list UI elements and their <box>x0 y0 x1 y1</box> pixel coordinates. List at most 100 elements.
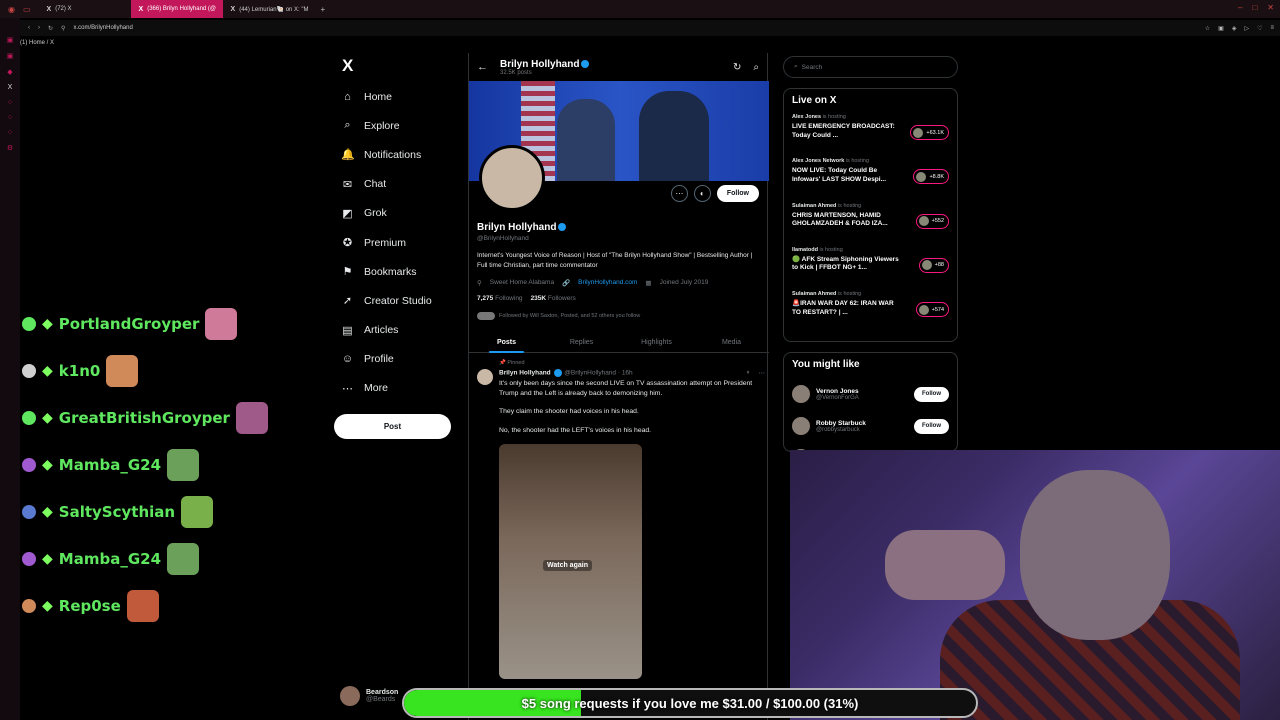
url-text[interactable]: x.com/BrilynHollyhand <box>73 25 132 31</box>
reload-icon[interactable]: ↻ <box>48 25 53 32</box>
nav-item-notifications[interactable]: 🔔 Notifications <box>334 140 464 169</box>
search-icon[interactable]: ⌕ <box>753 62 759 73</box>
watch-again-button[interactable]: Watch again <box>543 560 592 571</box>
grok-refresh-icon[interactable]: ↻ <box>733 62 741 73</box>
chat-username[interactable]: Mamba_G24 <box>59 456 161 474</box>
sidebar-x-icon[interactable]: X <box>8 84 13 91</box>
profile-avatar[interactable] <box>479 145 545 211</box>
avatar[interactable] <box>792 385 810 404</box>
nav-item-more[interactable]: ⋯ More <box>334 374 464 403</box>
browser-tab-3[interactable]: X (44) Lemurian🐚 on X: "M <box>223 0 315 18</box>
suggested-account[interactable]: Vernon Jones @VernonForGA Follow <box>792 378 949 410</box>
verified-badge-icon[interactable] <box>558 223 567 232</box>
back-icon[interactable]: ‹ <box>28 25 30 31</box>
suggested-account-name[interactable]: Vernon Jones <box>816 388 859 395</box>
x-logo[interactable]: X <box>342 56 464 82</box>
tab-replies[interactable]: Replies <box>544 333 619 352</box>
account-switcher[interactable]: Beardson @Beards <box>340 686 398 706</box>
minimize-icon[interactable]: – <box>1238 3 1242 12</box>
window-controls[interactable]: – □ ✕ <box>1238 3 1274 12</box>
play-icon[interactable]: ▷ <box>1244 25 1249 32</box>
followed-by[interactable]: Followed by Will Saxton, Posted, and 52 … <box>477 312 761 320</box>
sidebar-icon-1[interactable]: ▣ <box>7 36 14 44</box>
browser-menu-icons[interactable]: ◉ ▭ <box>0 5 39 14</box>
post-button[interactable]: Post <box>334 414 451 439</box>
sidebar-icon-7[interactable]: ○ <box>8 129 12 136</box>
nav-item-home[interactable]: ⌂ Home <box>334 82 464 111</box>
extension-icons[interactable]: ☆ ▣ ◈ ▷ ♡ ≡ <box>1205 25 1274 32</box>
diamond-badge-icon: ◆ <box>42 315 53 332</box>
live-broadcast-item[interactable]: Sulaiman Ahmed is hosting 🚨IRAN WAR DAY 6… <box>792 291 949 335</box>
follow-button[interactable]: Follow <box>914 386 949 402</box>
more-options-icon[interactable]: ⋯ <box>670 185 688 202</box>
address-bar[interactable]: ‹ › ↻ ⚲ x.com/BrilynHollyhand ☆ ▣ ◈ ▷ ♡ ≡ <box>20 20 1280 36</box>
chat-username[interactable]: PortlandGroyper <box>59 315 200 333</box>
home-icon: ⌂ <box>344 90 351 103</box>
followers-stat[interactable]: 235K Followers <box>531 295 576 302</box>
suggested-account-name[interactable]: Robby Starbuck <box>816 420 866 427</box>
sidebar-icon-8[interactable]: ⚙ <box>7 144 13 152</box>
tab-media[interactable]: Media <box>694 333 769 352</box>
sidebar-icon-6[interactable]: ○ <box>8 114 12 121</box>
bookmark-star-icon[interactable]: ☆ <box>1205 25 1210 32</box>
pinned-tweet[interactable]: 📌 Pinned Brilyn Hollyhand @BrilynHollyha… <box>477 360 765 679</box>
profile-column: ← Brilyn Hollyhand 32.5K posts ↻ ⌕ ⋯ ◐ F… <box>468 53 769 720</box>
nav-item-creator-studio[interactable]: ➚ Creator Studio <box>334 286 464 315</box>
tab-highlights[interactable]: Highlights <box>619 333 694 352</box>
live-broadcast-item[interactable]: Sulaiman Ahmed is hosting CHRIS MARTENSON… <box>792 203 949 247</box>
explore-icon: ⌕ <box>344 119 351 132</box>
diamond-badge-icon: ◆ <box>42 550 53 567</box>
back-arrow-icon[interactable]: ← <box>477 61 488 73</box>
tweet-video[interactable]: Watch again <box>499 444 642 679</box>
nav-item-grok[interactable]: ◩ Grok <box>334 199 464 228</box>
browser-tab-2[interactable]: X (366) Brilyn Hollyhand (@ <box>130 0 223 18</box>
browser-logo-icon[interactable]: ◉ <box>8 5 15 14</box>
following-stat[interactable]: 7,275 Following <box>477 295 523 302</box>
close-window-icon[interactable]: ✕ <box>1267 3 1274 12</box>
forward-icon[interactable]: › <box>38 25 40 31</box>
live-title: NOW LIVE: Today Could Be Infowars' LAST … <box>792 167 886 183</box>
live-broadcast-item[interactable]: Alex Jones Network is hosting NOW LIVE: T… <box>792 158 949 202</box>
tab-posts[interactable]: Posts <box>469 333 544 353</box>
live-broadcast-item[interactable]: llamatodd is hosting 🟢 AFK Stream Siphoni… <box>792 247 949 291</box>
user-badge-icon <box>22 410 36 425</box>
follow-button[interactable]: Follow <box>716 185 759 202</box>
chat-username[interactable]: Mamba_G24 <box>59 550 161 568</box>
nav-item-premium[interactable]: ✪ Premium <box>334 228 464 257</box>
live-broadcast-item[interactable]: Alex Jones is hosting LIVE EMERGENCY BROA… <box>792 114 949 158</box>
menu-icon[interactable]: ≡ <box>1270 25 1274 32</box>
search-input[interactable]: ⌕ Search <box>783 56 958 78</box>
chat-username[interactable]: SaltyScythian <box>59 503 175 521</box>
grok-icon[interactable]: ◐ <box>693 185 711 202</box>
suggested-account[interactable]: Robby Starbuck @robbystarbuck Follow <box>792 410 949 442</box>
sidebar-icon-2[interactable]: ▣ <box>7 52 14 60</box>
grok-icon[interactable]: ◐ <box>747 369 751 376</box>
suggested-account-handle: @VernonForGA <box>816 394 859 401</box>
new-tab-icon[interactable]: + <box>315 5 332 14</box>
chat-username[interactable]: k1n0 <box>59 362 101 380</box>
tweet-author[interactable]: Brilyn Hollyhand <box>499 370 551 377</box>
nav-item-profile[interactable]: ☺ Profile <box>334 345 464 374</box>
avatar[interactable] <box>477 369 493 385</box>
nav-item-explore[interactable]: ⌕ Explore <box>334 111 464 140</box>
nav-item-chat[interactable]: ✉ Chat <box>334 170 464 199</box>
avatar[interactable] <box>792 417 810 436</box>
sidebar-icon-3[interactable]: ◆ <box>7 68 12 76</box>
chat-username[interactable]: Rep0se <box>59 597 121 615</box>
site-info-icon[interactable]: ⚲ <box>61 25 65 32</box>
maximize-icon[interactable]: □ <box>1252 3 1257 12</box>
profile-website-link[interactable]: BrilynHollyhand.com <box>578 279 637 287</box>
nav-item-articles[interactable]: ▤ Articles <box>334 316 464 345</box>
follow-button[interactable]: Follow <box>914 418 949 434</box>
extension-icon[interactable]: ▣ <box>1218 25 1224 32</box>
heart-icon[interactable]: ♡ <box>1257 25 1262 32</box>
bookmark-item[interactable]: (1) Home / X <box>20 40 54 46</box>
browser-tab-1[interactable]: X (72) X <box>39 0 131 18</box>
tab-overview-icon[interactable]: ▭ <box>23 5 31 14</box>
nav-item-bookmarks[interactable]: ⚑ Bookmarks <box>334 257 464 286</box>
donation-goal-text: $5 song requests if you love me $31.00 /… <box>521 695 859 711</box>
sidebar-icon-5[interactable]: ○ <box>8 99 12 106</box>
tweet-more-icon[interactable]: ⋯ <box>759 369 766 377</box>
shield-icon[interactable]: ◈ <box>1232 25 1237 32</box>
chat-username[interactable]: GreatBritishGroyper <box>59 409 230 427</box>
